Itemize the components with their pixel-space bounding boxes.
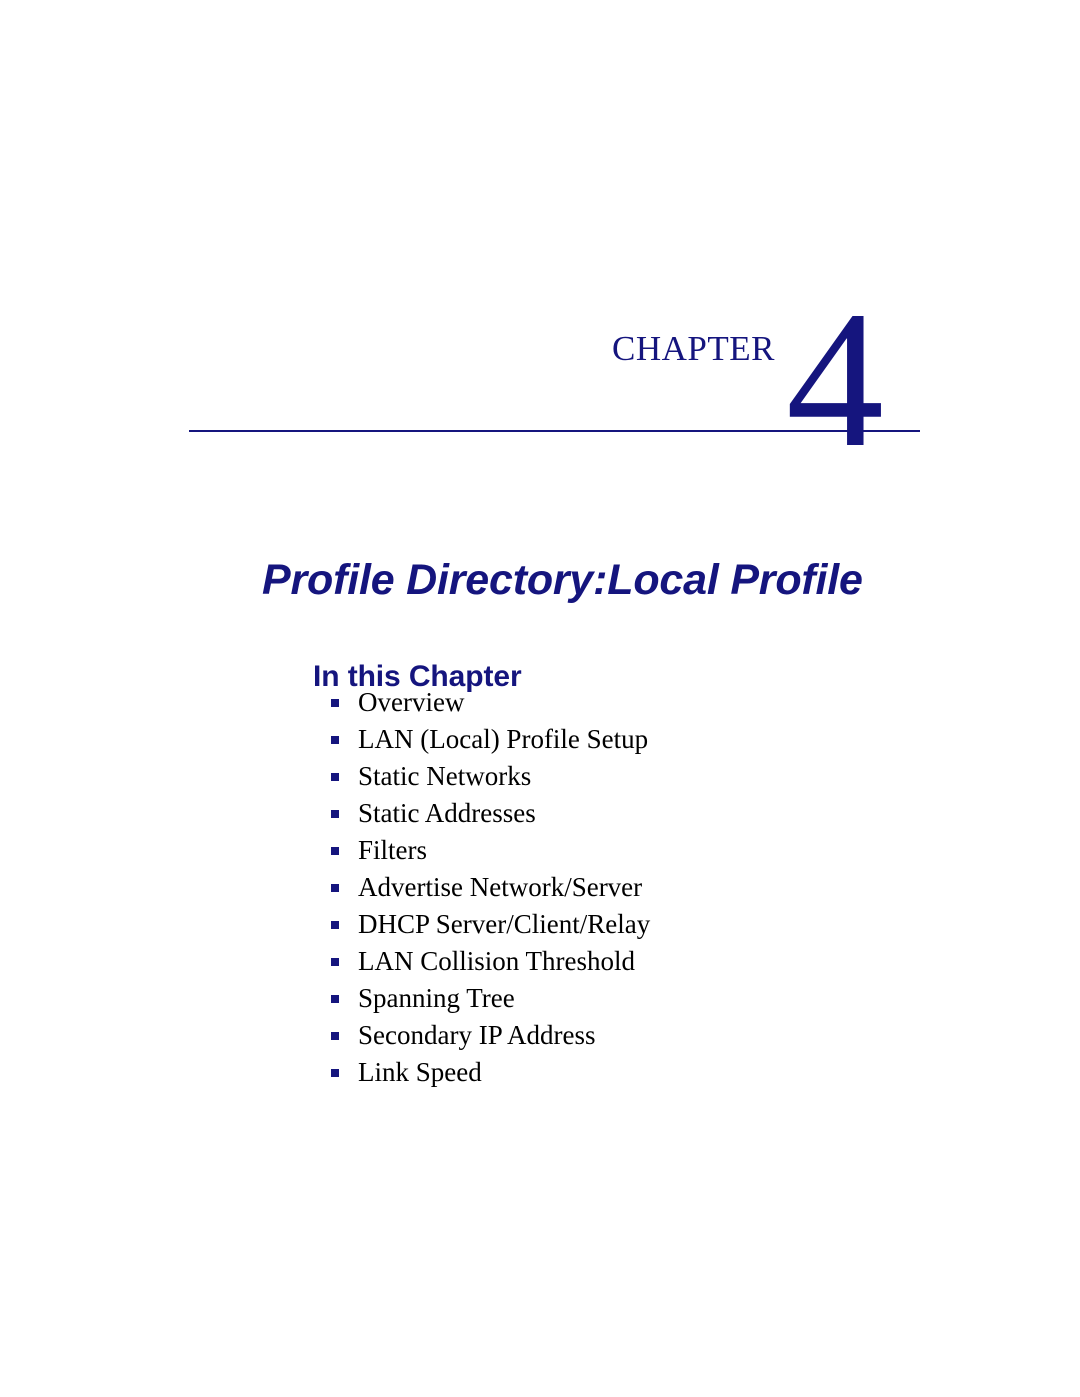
list-item[interactable]: Filters	[331, 832, 650, 869]
list-item-label: Link Speed	[358, 1057, 482, 1087]
list-item[interactable]: Link Speed	[331, 1054, 650, 1091]
chapter-header: Chapter 4	[0, 282, 1080, 478]
square-bullet-icon	[331, 847, 339, 855]
square-bullet-icon	[331, 773, 339, 781]
chapter-contents-list: Overview LAN (Local) Profile Setup Stati…	[331, 684, 650, 1091]
list-item[interactable]: LAN (Local) Profile Setup	[331, 721, 650, 758]
list-item-label: Static Addresses	[358, 798, 536, 828]
page-title: Profile Directory:Local Profile	[262, 555, 863, 604]
square-bullet-icon	[331, 1069, 339, 1077]
square-bullet-icon	[331, 810, 339, 818]
square-bullet-icon	[331, 884, 339, 892]
list-item-label: Spanning Tree	[358, 983, 515, 1013]
square-bullet-icon	[331, 1032, 339, 1040]
list-item-label: LAN (Local) Profile Setup	[358, 724, 649, 754]
list-item[interactable]: Secondary IP Address	[331, 1017, 650, 1054]
list-item-label: LAN Collision Threshold	[358, 946, 636, 976]
list-item[interactable]: Spanning Tree	[331, 980, 650, 1017]
list-item[interactable]: DHCP Server/Client/Relay	[331, 906, 650, 943]
square-bullet-icon	[331, 736, 339, 744]
list-item[interactable]: Advertise Network/Server	[331, 869, 650, 906]
list-item-label: Filters	[358, 835, 428, 865]
chapter-number: 4	[786, 271, 884, 488]
list-item-label: Overview	[358, 687, 465, 717]
square-bullet-icon	[331, 921, 339, 929]
list-item-label: DHCP Server/Client/Relay	[358, 909, 651, 939]
chapter-word-label: Chapter	[612, 315, 775, 371]
list-item-label: Advertise Network/Server	[358, 872, 643, 902]
chapter-divider-rule	[189, 430, 920, 432]
document-page: Chapter 4 Profile Directory:Local Profil…	[0, 0, 1080, 1397]
list-item[interactable]: Static Addresses	[331, 795, 650, 832]
list-item[interactable]: LAN Collision Threshold	[331, 943, 650, 980]
square-bullet-icon	[331, 995, 339, 1003]
square-bullet-icon	[331, 958, 339, 966]
list-item-label: Static Networks	[358, 761, 532, 791]
list-item-label: Secondary IP Address	[358, 1020, 596, 1050]
square-bullet-icon	[331, 699, 339, 707]
list-item[interactable]: Static Networks	[331, 758, 650, 795]
list-item[interactable]: Overview	[331, 684, 650, 721]
